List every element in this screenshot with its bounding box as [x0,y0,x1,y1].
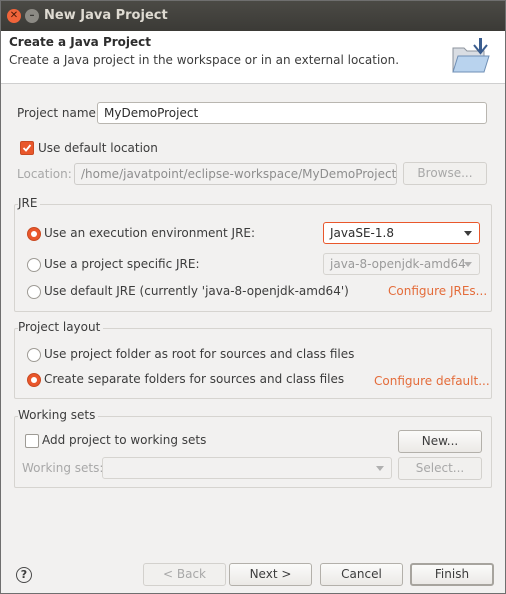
select-working-set-button[interactable]: Select... [398,457,482,480]
new-working-set-button[interactable]: New... [398,430,482,453]
separate-folders-label: Create separate folders for sources and … [44,372,345,386]
chevron-down-icon [464,262,472,267]
project-layout-group [14,328,492,399]
project-folder-root-label: Use project folder as root for sources a… [44,347,355,361]
page-description: Create a Java project in the workspace o… [9,53,400,67]
jre-group-title: JRE [18,196,41,210]
execution-env-value: JavaSE-1.8 [330,226,394,240]
chevron-down-icon [376,466,384,471]
project-layout-group-title: Project layout [18,320,104,334]
radio-project-specific[interactable] [27,258,41,272]
title-bar: ✕ – New Java Project [1,1,505,31]
default-jre-label: Use default JRE (currently 'java-8-openj… [44,284,349,298]
add-to-working-sets-label: Add project to working sets [42,433,207,447]
cancel-button[interactable]: Cancel [320,563,403,586]
configure-jres-link[interactable]: Configure JREs... [388,284,487,298]
window-title: New Java Project [44,8,168,23]
radio-project-folder-root[interactable] [27,348,41,362]
use-default-location-label: Use default location [38,141,158,155]
chevron-down-icon [464,231,472,236]
use-default-location-checkbox[interactable] [20,141,34,155]
working-sets-group-title: Working sets [18,408,99,422]
close-icon[interactable]: ✕ [7,9,21,23]
project-specific-select[interactable]: java-8-openjdk-amd64 [323,253,480,275]
configure-default-link[interactable]: Configure default... [374,374,490,388]
help-icon[interactable]: ? [16,567,32,583]
project-name-label: Project name: [17,106,100,120]
folder-wizard-icon [450,36,490,81]
location-label: Location: [17,167,72,181]
location-input[interactable]: /home/javatpoint/eclipse-workspace/MyDem… [74,163,397,185]
finish-button[interactable]: Finish [410,563,494,586]
radio-default-jre[interactable] [27,285,41,299]
execution-env-label: Use an execution environment JRE: [44,226,256,240]
radio-execution-env[interactable] [27,227,41,241]
browse-button[interactable]: Browse... [403,162,487,185]
project-specific-value: java-8-openjdk-amd64 [330,257,466,271]
project-specific-label: Use a project specific JRE: [44,257,200,271]
working-sets-select[interactable] [102,457,392,479]
execution-env-select[interactable]: JavaSE-1.8 [323,222,480,244]
wizard-banner: Create a Java Project Create a Java proj… [1,31,505,84]
project-name-input[interactable]: MyDemoProject [97,102,487,124]
page-title: Create a Java Project [9,35,152,49]
working-sets-label: Working sets: [22,461,104,475]
back-button[interactable]: < Back [143,563,226,586]
add-to-working-sets-checkbox[interactable] [25,434,39,448]
minimize-icon[interactable]: – [25,9,39,23]
next-button[interactable]: Next > [229,563,312,586]
dialog-window: ✕ – New Java Project Create a Java Proje… [0,0,506,594]
checkmark-icon [22,144,32,152]
radio-separate-folders[interactable] [27,373,41,387]
